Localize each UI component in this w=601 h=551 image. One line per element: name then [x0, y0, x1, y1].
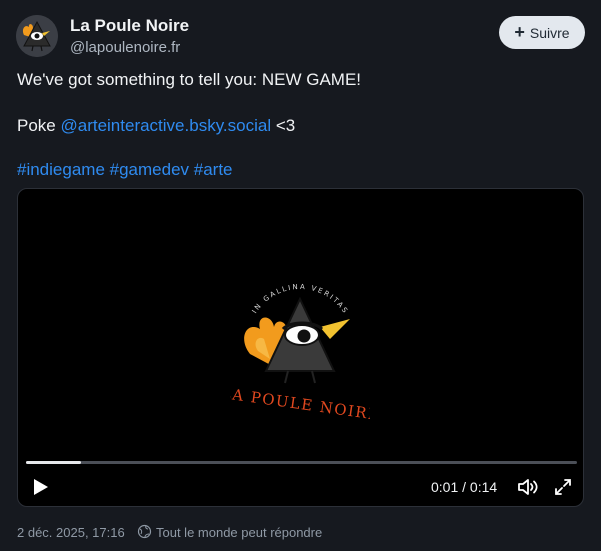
follow-button-label: Suivre	[529, 24, 570, 41]
author-handle[interactable]: @lapoulenoire.fr	[70, 39, 180, 56]
volume-icon[interactable]	[517, 477, 539, 497]
hashtag-link[interactable]: #gamedev	[110, 160, 189, 179]
black-hen-triangle-logo-icon	[16, 15, 58, 57]
plus-icon: +	[514, 22, 525, 42]
play-icon[interactable]	[32, 477, 50, 497]
post-poke-line: Poke @arteinteractive.bsky.social <3	[17, 116, 295, 136]
reply-setting[interactable]: Tout le monde peut répondre	[156, 525, 322, 540]
mention-link[interactable]: @arteinteractive.bsky.social	[60, 116, 271, 135]
post-headline: We've got something to tell you: NEW GAM…	[17, 70, 362, 89]
video-progress-bar[interactable]	[26, 461, 577, 464]
follow-button[interactable]: + Suivre	[499, 16, 585, 49]
poke-suffix: <3	[271, 116, 296, 135]
post-timestamp[interactable]: 2 déc. 2025, 17:16	[17, 525, 125, 540]
hashtag-line: #indiegame #gamedev #arte	[17, 160, 233, 180]
poke-prefix: Poke	[17, 116, 61, 135]
logo-wordmark: LA POULE NOIRE	[230, 384, 370, 424]
hashtag-link[interactable]: #indiegame	[17, 160, 105, 179]
fullscreen-icon[interactable]	[554, 478, 572, 496]
video-time-display: 0:01 / 0:14	[431, 479, 498, 495]
post-card: La Poule Noire @lapoulenoire.fr + Suivre…	[0, 0, 601, 551]
avatar[interactable]	[16, 15, 58, 57]
hashtag-link[interactable]: #arte	[194, 160, 233, 179]
globe-icon	[137, 524, 152, 539]
video-progress-fill	[26, 461, 82, 464]
la-poule-noire-logo: IN GALLINA VERITAS LA POULE NOIRE	[230, 283, 370, 424]
video-player[interactable]: IN GALLINA VERITAS LA POULE NOIRE 0:01 /…	[17, 188, 584, 507]
display-name[interactable]: La Poule Noire	[70, 16, 189, 36]
